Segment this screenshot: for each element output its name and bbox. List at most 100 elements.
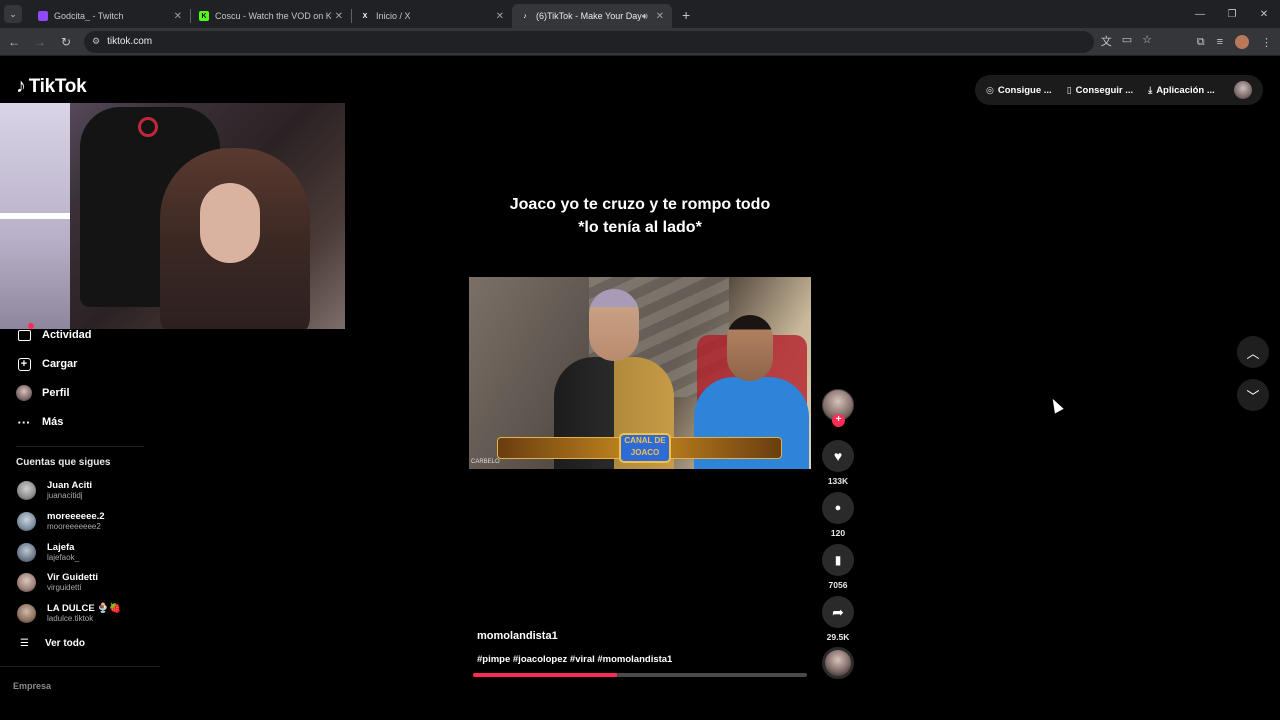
comment-count: 120 (830, 528, 846, 538)
avatar (17, 543, 36, 562)
sidebar-item-label: Actividad (42, 329, 92, 341)
sidebar-item-label: Perfil (42, 387, 70, 399)
following-account[interactable]: LA DULCE 🍨🍓 ladulce.tiktok (17, 603, 121, 624)
minimize-icon[interactable]: — (1184, 0, 1216, 28)
see-all-following-link[interactable]: ☰ Ver todo (20, 638, 85, 649)
sidebar-item-activity[interactable]: Actividad (16, 323, 92, 343)
upload-icon: + (16, 356, 32, 372)
top-action-label: Consigue ... (997, 84, 1052, 96)
sound-disc-avatar[interactable] (822, 647, 854, 679)
speaker-icon[interactable]: 🔊︎ (642, 11, 648, 22)
save-count: 7056 (828, 580, 848, 590)
avatar (17, 573, 36, 592)
browser-tab-twitch[interactable]: Godcita_ - Twitch ✕ (30, 4, 190, 28)
kick-icon: K (199, 11, 209, 21)
media-controls-icon[interactable]: ≡ (1217, 36, 1223, 48)
sidebar-item-label: Más (42, 416, 64, 428)
like-count: 133K (827, 476, 849, 486)
sidebar-item-label: Cargar (42, 358, 78, 370)
account-username: mooreeeeeee2 (47, 522, 101, 531)
top-action-label: Conseguir ... (1075, 84, 1134, 96)
sidebar-divider (16, 446, 144, 447)
video-progress-bar[interactable] (473, 673, 807, 677)
video-player[interactable]: CANAL DE JOACO CARBELO (469, 277, 811, 469)
top-action-label: Aplicación ... (1156, 84, 1215, 96)
get-app-button[interactable]: ▯ Conseguir ... (1067, 85, 1134, 96)
address-bar-actions: 文 ▭ ☆ (1101, 33, 1152, 49)
tiktok-logo[interactable]: ♪ TikTok (16, 75, 87, 98)
comment-bubble-icon: ● (834, 502, 842, 514)
extensions-icon[interactable]: ⧉ (1197, 36, 1205, 49)
profile-icon (16, 385, 32, 401)
sidebar-divider (0, 666, 160, 667)
following-heading: Cuentas que sigues (16, 457, 111, 468)
bookmark-icon: ▮ (834, 553, 842, 567)
share-count: 29.5K (826, 632, 850, 642)
browser-tab-kick[interactable]: K Coscu - Watch the VOD on Kick ✕ (191, 4, 351, 28)
following-account[interactable]: moreeeeee.2 mooreeeeeee2 (17, 511, 105, 532)
save-button[interactable]: ▮ (822, 544, 854, 576)
back-arrow-icon[interactable]: ← (2, 30, 26, 54)
forward-arrow-icon[interactable]: → (28, 30, 52, 54)
video-author[interactable]: momolandista1 (477, 630, 558, 642)
sidebar-item-profile[interactable]: Perfil (16, 385, 70, 401)
share-button[interactable]: ➦ (822, 596, 854, 628)
install-app-icon[interactable]: ▭ (1122, 33, 1132, 49)
close-icon[interactable]: ✕ (335, 11, 343, 22)
following-account[interactable]: Juan Aciti juanacitidj (17, 480, 92, 501)
browser-tab-x[interactable]: X Inicio / X ✕ (352, 4, 512, 28)
chair-logo (138, 117, 158, 137)
close-icon[interactable]: ✕ (656, 11, 664, 22)
video-hashtags[interactable]: #pimpe #joacolopez #viral #momolandista1 (477, 654, 672, 665)
browser-toolbar: ← → ↻ ⚙ tiktok.com 文 ▭ ☆ ⧉ ≡ ⋮ (0, 28, 1280, 56)
bookmark-star-icon[interactable]: ☆ (1142, 33, 1152, 49)
reload-icon[interactable]: ↻ (54, 30, 78, 54)
address-bar[interactable]: ⚙ tiktok.com (84, 30, 1094, 53)
more-icon: ··· (17, 414, 31, 430)
account-username: ladulce.tiktok (47, 614, 94, 623)
profile-avatar-icon[interactable] (1235, 35, 1249, 49)
tab-title: Inicio / X (376, 11, 411, 21)
avatar (17, 604, 36, 623)
account-name: moreeeeee.2 (47, 511, 105, 522)
close-icon[interactable]: ✕ (174, 11, 182, 22)
account-username: virguidetti (47, 583, 82, 592)
new-tab-button[interactable]: + (682, 7, 690, 23)
account-username: lajefaok_ (47, 553, 80, 562)
close-window-icon[interactable]: ✕ (1248, 0, 1280, 28)
see-all-label: Ver todo (45, 638, 86, 649)
chevron-up-icon: ︿ (1246, 345, 1260, 361)
phone-icon: ▯ (1066, 84, 1072, 95)
avatar (17, 512, 36, 531)
close-icon[interactable]: ✕ (496, 11, 504, 22)
previous-video-button[interactable]: ︿ (1237, 336, 1269, 368)
follow-plus-icon[interactable]: + (832, 414, 845, 427)
get-coins-button[interactable]: ◎ Consigue ... (986, 85, 1052, 96)
list-icon: ☰ (20, 638, 29, 649)
activity-icon (16, 323, 34, 343)
following-account[interactable]: Vir Guidetti virguidetti (17, 572, 98, 593)
translate-icon[interactable]: 文 (1101, 33, 1112, 49)
tab-search-button[interactable]: ⌄ (4, 5, 22, 23)
twitch-icon (38, 11, 48, 21)
site-info-icon[interactable]: ⚙ (92, 36, 100, 47)
following-account[interactable]: Lajefa lajefaok_ (17, 542, 79, 563)
window-controls: — ❐ ✕ (1184, 0, 1280, 28)
heart-icon: ♥ (833, 448, 843, 464)
share-arrow-icon: ➦ (832, 603, 844, 620)
sidebar-item-upload[interactable]: + Cargar (16, 356, 77, 372)
desktop-app-button[interactable]: ⤓ Aplicación ... (1148, 85, 1215, 96)
account-name: Lajefa (47, 542, 75, 553)
menu-kebab-icon[interactable]: ⋮ (1261, 36, 1272, 49)
user-avatar[interactable] (1234, 81, 1252, 99)
like-button[interactable]: ♥ (822, 440, 854, 472)
browser-tab-tiktok[interactable]: ♪ (6)TikTok - Make Your Day 🔊︎ ✕ (512, 4, 672, 28)
comment-button[interactable]: ● (822, 492, 854, 524)
video-corner-text: CARBELO (471, 459, 500, 465)
restore-icon[interactable]: ❐ (1216, 0, 1248, 28)
next-video-button[interactable]: ﹀ (1237, 379, 1269, 411)
tiktok-note-icon: ♪ (16, 75, 26, 97)
video-caption-overlay: Joaco yo te cruzo y te rompo todo *lo te… (469, 193, 811, 239)
footer-company-heading[interactable]: Empresa (13, 681, 51, 691)
sidebar-item-more[interactable]: ··· Más (16, 414, 64, 430)
